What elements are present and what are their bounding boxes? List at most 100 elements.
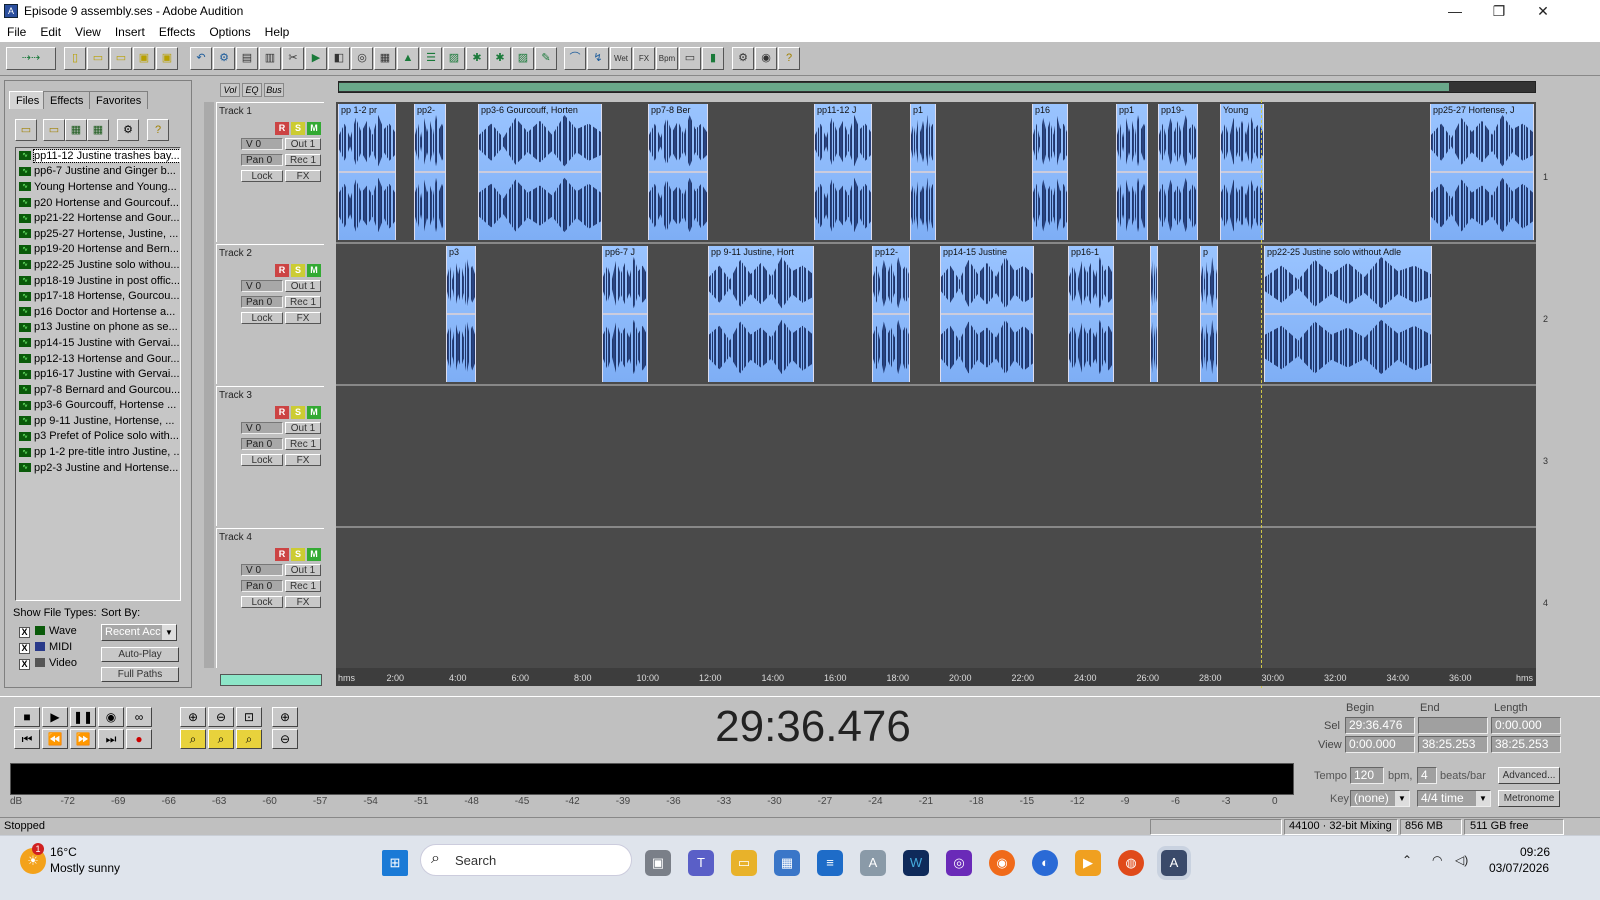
tool-icon-13[interactable]: ✱ [466,47,488,70]
open-session-icon[interactable]: ▭ [87,47,109,70]
fx-button[interactable]: FX [285,170,321,182]
track2-clip[interactable]: pp22-25 Justine solo without Adle [1264,246,1432,382]
multitrack-timeline[interactable]: pp 1-2 pr pp2- pp3-6 Gourcouff, Horten pp7-… [336,102,1536,668]
volume-field[interactable]: V 0 [241,564,283,576]
record-input-button[interactable]: Rec 1 [285,438,321,450]
lock-button[interactable]: Lock [241,454,283,466]
record-input-button[interactable]: Rec 1 [285,580,321,592]
file-list[interactable]: ∿ pp11-12 Justine trashes bay... ∿ pp6-7 Ju… [15,147,181,601]
sort-by-select[interactable]: Recent Acc ▼ [101,624,177,641]
fx-envelope-icon[interactable]: FX [633,47,655,70]
maximize-button[interactable]: ❐ [1476,0,1522,22]
time-signature-select[interactable]: 4/4 time ▼ [1417,790,1491,807]
go-to-end-icon[interactable]: ⏭ [98,729,124,749]
pan-envelope-icon[interactable]: ↯ [587,47,609,70]
track2-clip[interactable]: p3 [446,246,476,382]
teams-icon[interactable]: T [688,850,714,876]
tool-icon-3[interactable]: ▤ [236,47,258,70]
loop-icon[interactable]: ∞ [126,707,152,727]
track-header-scrollbar[interactable] [204,102,214,668]
metronome-button[interactable]: Metronome [1498,790,1560,807]
store-icon[interactable]: ▦ [774,850,800,876]
pan-field[interactable]: Pan 0 [241,154,283,166]
fx-button[interactable]: FX [285,454,321,466]
new-session-icon[interactable]: ▯ [64,47,86,70]
file-list-item[interactable]: ∿ pp17-18 Hortense, Gourcou... [16,288,180,304]
stop-icon[interactable]: ■ [14,707,40,727]
save-icon[interactable]: ▣ [133,47,155,70]
media-player-icon[interactable]: ▶ [1075,850,1101,876]
menu-effects[interactable]: Effects [152,25,202,39]
envelope-tool-icon[interactable]: ⌒ [564,47,586,70]
lock-button[interactable]: Lock [241,170,283,182]
record-arm-button[interactable]: R [275,406,289,419]
video-checkbox[interactable]: X [19,659,30,670]
mix-down-icon[interactable]: ⚙ [213,47,235,70]
track2-clip[interactable]: pp6-7 J [602,246,648,382]
track-height-slider[interactable] [220,674,322,686]
solo-button[interactable]: S [291,406,305,419]
tool-icon-8[interactable]: ◎ [351,47,373,70]
tab-files[interactable]: Files [9,91,47,109]
wifi-icon[interactable]: ◠ [1432,853,1442,867]
file-list-item[interactable]: ∿ pp6-7 Justine and Ginger b... [16,164,180,180]
split-icon[interactable]: ✂ [282,47,304,70]
zoom-out-horizontal-icon[interactable]: ⊖ [208,707,234,727]
play-icon[interactable]: ▶ [42,707,68,727]
mute-button[interactable]: M [307,122,321,135]
play-tool-icon[interactable]: ▶ [305,47,327,70]
open-file-icon[interactable]: ▭ [110,47,132,70]
view-length-field[interactable]: 38:25.253 [1491,736,1561,753]
menu-file[interactable]: File [0,25,33,39]
close-button[interactable]: ✕ [1520,0,1566,22]
solo-button[interactable]: S [291,264,305,277]
file-list-item[interactable]: ∿ pp12-13 Hortense and Gour... [16,351,180,367]
record-arm-button[interactable]: R [275,548,289,561]
options-icon[interactable]: ⚙ [117,119,139,141]
key-select[interactable]: (none) ▼ [1350,790,1410,807]
tool-icon-14[interactable]: ✱ [489,47,511,70]
close-file-icon[interactable]: ▦ [87,119,109,141]
file-list-item[interactable]: ∿ pp18-19 Justine in post offic... [16,273,180,289]
volume-field[interactable]: V 0 [241,138,283,150]
adobe-audition-taskbar-icon[interactable]: A [1161,850,1187,876]
full-paths-button[interactable]: Full Paths [101,667,179,682]
beats-field[interactable]: 4 [1417,767,1437,784]
view-end-field[interactable]: 38:25.253 [1418,736,1488,753]
menu-insert[interactable]: Insert [108,25,152,39]
file-list-item[interactable]: ∿ pp3-6 Gourcouff, Hortense ... [16,398,180,414]
file-list-item[interactable]: ∿ p13 Justine on phone as se... [16,320,180,336]
zoom-selection-icon[interactable]: ⌕ [180,729,206,749]
volume-icon[interactable]: ◁) [1455,853,1468,867]
chevron-down-icon[interactable]: ▼ [162,625,176,640]
tool-icon-15[interactable]: ▨ [512,47,534,70]
wave-checkbox[interactable]: X [19,627,30,638]
menu-edit[interactable]: Edit [33,25,68,39]
track-name[interactable]: Track 1 [219,106,252,117]
menu-view[interactable]: View [68,25,108,39]
file-list-item[interactable]: ∿ pp7-8 Bernard and Gourcou... [16,382,180,398]
record-icon[interactable]: ● [126,729,152,749]
track-name[interactable]: Track 3 [219,390,252,401]
sel-end-field[interactable] [1418,717,1488,734]
track1-clip[interactable]: p1 [910,104,936,240]
track2-clip[interactable] [1150,246,1158,382]
volume-field[interactable]: V 0 [241,280,283,292]
lock-tool-icon[interactable]: ▲ [397,47,419,70]
fast-forward-icon[interactable]: ⏩ [70,729,96,749]
zoom-left-icon[interactable]: ⌕ [208,729,234,749]
track1-clip[interactable]: pp25-27 Hortense, J [1430,104,1534,240]
tool-icon-4[interactable]: ▥ [259,47,281,70]
file-list-item[interactable]: ∿ p16 Doctor and Hortense a... [16,304,180,320]
chevron-up-icon[interactable]: ⌃ [1402,853,1412,867]
notepad-icon[interactable]: ≡ [817,850,843,876]
file-list-item[interactable]: ∿ pp22-25 Justine solo withou... [16,257,180,273]
file-explorer-icon[interactable]: ▭ [731,850,757,876]
track1-clip[interactable]: pp1 [1116,104,1148,240]
zoom-full-icon[interactable]: ⊡ [236,707,262,727]
pan-field[interactable]: Pan 0 [241,296,283,308]
file-list-item[interactable]: ∿ pp 9-11 Justine, Hortense, ... [16,413,180,429]
file-list-item[interactable]: ∿ pp14-15 Justine with Gervai... [16,335,180,351]
track1-clip[interactable]: pp11-12 J [814,104,872,240]
tool-icon-7[interactable]: ◧ [328,47,350,70]
